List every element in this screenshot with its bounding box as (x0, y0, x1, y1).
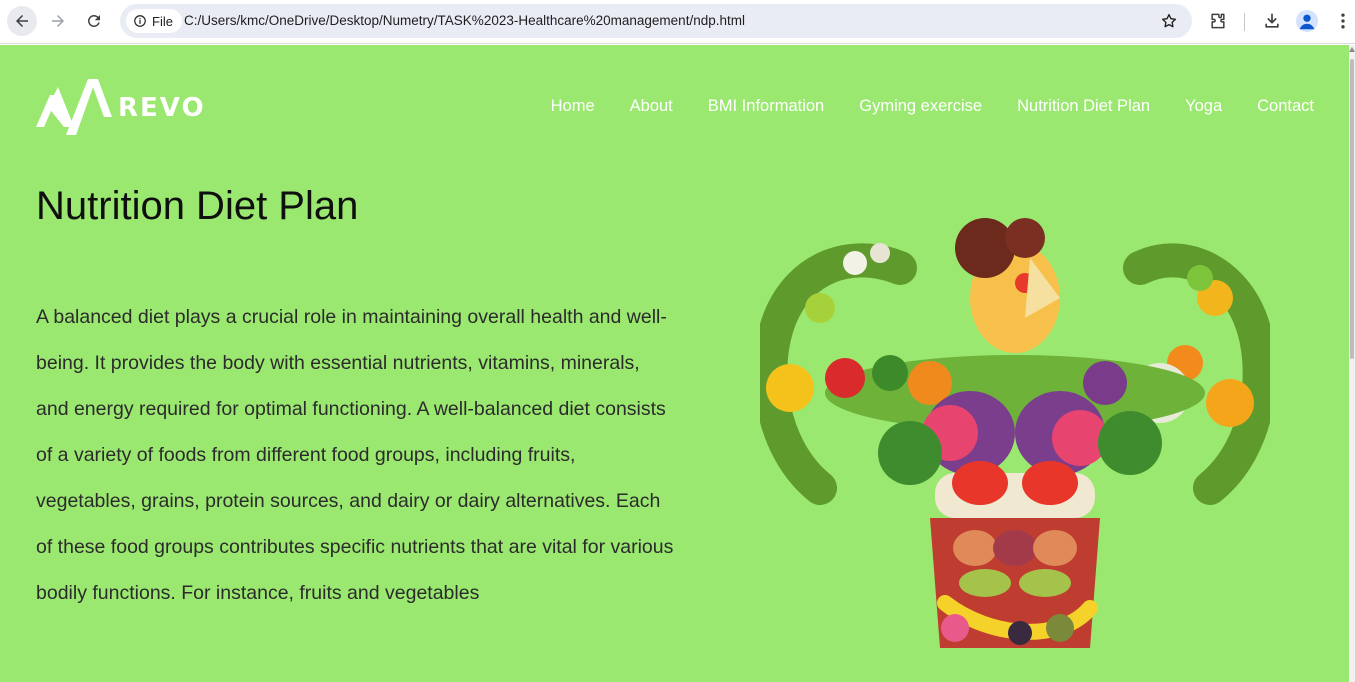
main-nav: Home About BMI Information Gyming exerci… (516, 97, 1314, 116)
back-icon (16, 15, 28, 27)
site-logo[interactable]: REVO (36, 77, 206, 135)
address-bar[interactable]: File C:/Users/kmc/OneDrive/Desktop/Numet… (120, 4, 1192, 38)
info-icon (134, 15, 146, 27)
profile-button[interactable] (1296, 10, 1318, 32)
nav-bmi-information[interactable]: BMI Information (708, 97, 824, 116)
vegetable-figure-image (760, 218, 1270, 648)
more-menu-icon (1341, 13, 1345, 29)
page-title: Nutrition Diet Plan (36, 184, 359, 228)
downloads-button[interactable] (1261, 10, 1283, 32)
web-page: REVO Home About BMI Information Gyming e… (0, 45, 1349, 682)
reload-icon (87, 14, 100, 27)
forward-button[interactable] (43, 6, 73, 36)
browser-toolbar: File C:/Users/kmc/OneDrive/Desktop/Numet… (0, 0, 1355, 44)
extensions-icon (1211, 13, 1225, 29)
site-chip-label: File (152, 13, 173, 29)
back-button[interactable] (7, 6, 37, 36)
toolbar-divider (1244, 13, 1245, 31)
scroll-up-arrow[interactable] (1349, 47, 1355, 52)
scrollbar-thumb[interactable] (1350, 59, 1354, 359)
nav-about[interactable]: About (630, 97, 673, 116)
browser-menu-button[interactable] (1332, 10, 1354, 32)
site-info-chip[interactable]: File (126, 9, 182, 33)
nav-gyming-exercise[interactable]: Gyming exercise (859, 97, 982, 116)
profile-icon (1296, 10, 1318, 32)
nav-home[interactable]: Home (551, 97, 595, 116)
intro-paragraph: A balanced diet plays a crucial role in … (36, 306, 674, 604)
star-icon[interactable] (1160, 12, 1178, 30)
nav-yoga[interactable]: Yoga (1185, 97, 1222, 116)
extensions-button[interactable] (1207, 10, 1229, 32)
reload-button[interactable] (79, 6, 109, 36)
nav-contact[interactable]: Contact (1257, 97, 1314, 116)
logo-text: REVO (118, 93, 206, 123)
nav-nutrition-diet-plan[interactable]: Nutrition Diet Plan (1017, 97, 1150, 116)
forward-icon (52, 15, 64, 27)
url-text[interactable]: C:/Users/kmc/OneDrive/Desktop/Numetry/TA… (184, 13, 745, 28)
logo-mark-icon (36, 79, 112, 135)
download-icon (1265, 13, 1279, 28)
page-scrollbar[interactable] (1349, 45, 1355, 682)
